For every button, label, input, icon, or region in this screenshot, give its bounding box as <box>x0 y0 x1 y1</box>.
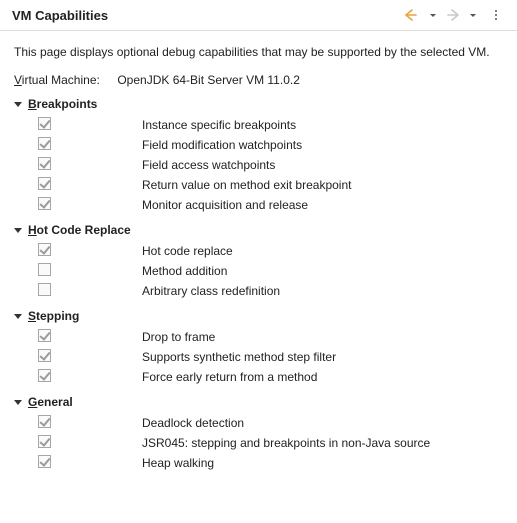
capability-checkbox <box>38 283 51 296</box>
capability-checkbox <box>38 263 51 276</box>
capability-label: Method addition <box>142 264 503 278</box>
capability-label: Monitor acquisition and release <box>142 198 503 212</box>
page-title: VM Capabilities <box>12 8 108 23</box>
expand-icon <box>14 102 22 107</box>
vm-value: OpenJDK 64-Bit Server VM 11.0.2 <box>117 73 300 87</box>
expand-icon <box>14 400 22 405</box>
section-header-breakpoints[interactable]: Breakpoints <box>14 97 503 111</box>
capability-label: Deadlock detection <box>142 416 503 430</box>
capability-label: Hot code replace <box>142 244 503 258</box>
section-stepping: Stepping Drop to frame Supports synthetic… <box>14 309 503 387</box>
capability-label: Return value on method exit breakpoint <box>142 178 503 192</box>
capability-row: Drop to frame <box>14 327 503 347</box>
capability-label: Force early return from a method <box>142 370 503 384</box>
capability-row: Method addition <box>14 261 503 281</box>
capability-label: Drop to frame <box>142 330 503 344</box>
page-description: This page displays optional debug capabi… <box>14 45 503 59</box>
capability-row: Return value on method exit breakpoint <box>14 175 503 195</box>
capability-row: Deadlock detection <box>14 413 503 433</box>
toolbar <box>403 6 509 24</box>
chevron-down-icon <box>430 14 436 17</box>
forward-dropdown-button[interactable] <box>463 6 481 24</box>
capability-label: JSR045: stepping and breakpoints in non-… <box>142 436 503 450</box>
capability-row: Field modification watchpoints <box>14 135 503 155</box>
back-button[interactable] <box>403 6 421 24</box>
capability-checkbox <box>38 455 51 468</box>
capability-checkbox <box>38 415 51 428</box>
capability-label: Arbitrary class redefinition <box>142 284 503 298</box>
capability-checkbox <box>38 157 51 170</box>
capability-label: Instance specific breakpoints <box>142 118 503 132</box>
section-header-stepping[interactable]: Stepping <box>14 309 503 323</box>
chevron-down-icon <box>470 14 476 17</box>
capability-row: Heap walking <box>14 453 503 473</box>
section-items-hotcode: Hot code replace Method addition Arbitrary… <box>14 241 503 301</box>
capability-checkbox <box>38 349 51 362</box>
capability-row: Supports synthetic method step filter <box>14 347 503 367</box>
capability-row: Force early return from a method <box>14 367 503 387</box>
section-items-breakpoints: Instance specific breakpoints Field modif… <box>14 115 503 215</box>
capability-label: Heap walking <box>142 456 503 470</box>
expand-icon <box>14 314 22 319</box>
section-hotcode: Hot Code Replace Hot code replace Method … <box>14 223 503 301</box>
header: VM Capabilities <box>0 0 517 31</box>
section-breakpoints: Breakpoints Instance specific breakpoint… <box>14 97 503 215</box>
back-dropdown-button[interactable] <box>423 6 441 24</box>
capability-row: Field access watchpoints <box>14 155 503 175</box>
vm-label: Virtual Machine: <box>14 73 114 87</box>
section-items-stepping: Drop to frame Supports synthetic method s… <box>14 327 503 387</box>
capability-row: JSR045: stepping and breakpoints in non-… <box>14 433 503 453</box>
section-header-hotcode[interactable]: Hot Code Replace <box>14 223 503 237</box>
menu-button[interactable] <box>483 6 509 24</box>
capability-checkbox <box>38 243 51 256</box>
expand-icon <box>14 228 22 233</box>
capability-checkbox <box>38 117 51 130</box>
capability-checkbox <box>38 197 51 210</box>
capability-label: Supports synthetic method step filter <box>142 350 503 364</box>
capability-checkbox <box>38 177 51 190</box>
content: This page displays optional debug capabi… <box>0 31 517 491</box>
section-general: General Deadlock detection JSR045: steppi… <box>14 395 503 473</box>
section-header-general[interactable]: General <box>14 395 503 409</box>
capability-label: Field access watchpoints <box>142 158 503 172</box>
capability-checkbox <box>38 137 51 150</box>
section-items-general: Deadlock detection JSR045: stepping and b… <box>14 413 503 473</box>
capability-row: Monitor acquisition and release <box>14 195 503 215</box>
capability-checkbox <box>38 435 51 448</box>
capability-label: Field modification watchpoints <box>142 138 503 152</box>
capability-row: Arbitrary class redefinition <box>14 281 503 301</box>
forward-button[interactable] <box>443 6 461 24</box>
capability-checkbox <box>38 369 51 382</box>
capability-row: Hot code replace <box>14 241 503 261</box>
capability-checkbox <box>38 329 51 342</box>
vm-row: Virtual Machine: OpenJDK 64-Bit Server V… <box>14 73 503 87</box>
capability-row: Instance specific breakpoints <box>14 115 503 135</box>
